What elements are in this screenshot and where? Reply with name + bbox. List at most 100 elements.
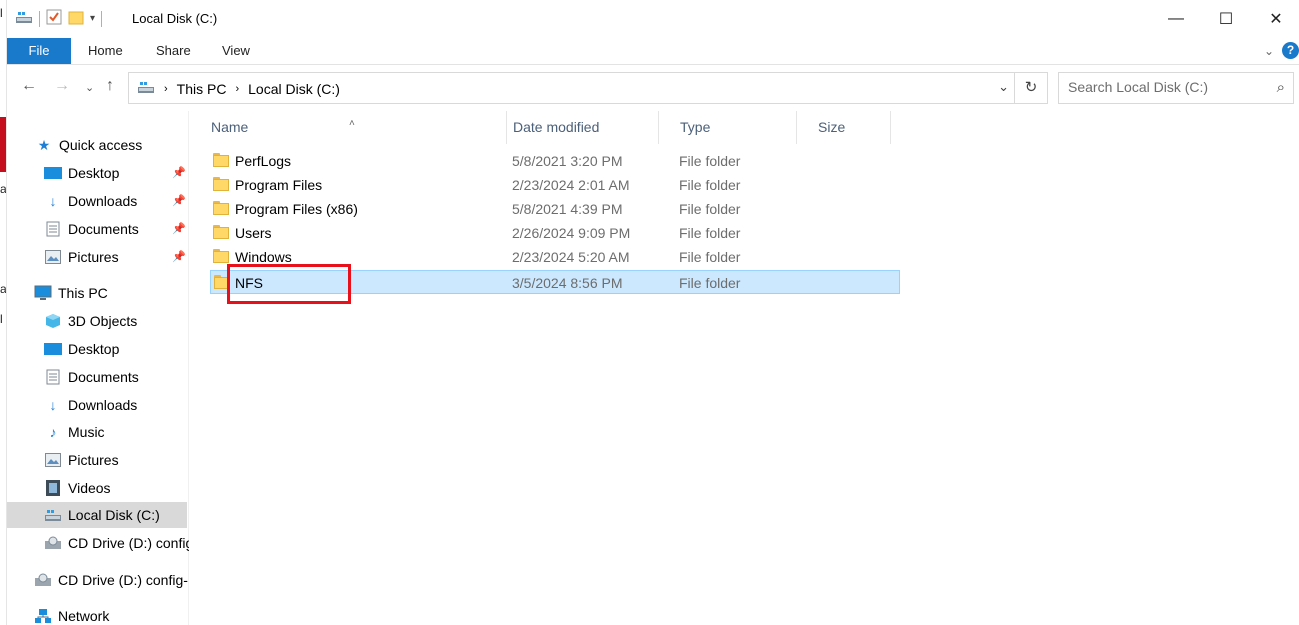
file-name: Program Files (x86) <box>235 201 358 217</box>
nav-item-cd-drive[interactable]: CD Drive (D:) config-. <box>34 567 189 593</box>
tab-view[interactable]: View <box>208 38 264 64</box>
address-history-chevron-icon[interactable]: ⌄ <box>998 79 1009 95</box>
annotation-highlight-box <box>227 264 351 304</box>
new-folder-icon[interactable] <box>68 9 84 28</box>
pin-icon[interactable]: 📌 <box>172 188 186 214</box>
file-date: 5/8/2021 3:20 PM <box>512 153 623 169</box>
computer-icon <box>34 284 52 302</box>
cube-icon <box>44 312 62 330</box>
nav-item-3d-objects[interactable]: 3D Objects <box>44 308 137 334</box>
nav-item-pictures-pinned[interactable]: Pictures 📌 <box>44 244 189 270</box>
file-type: File folder <box>679 275 741 291</box>
nav-item-desktop-pinned[interactable]: Desktop 📌 <box>44 160 189 186</box>
background-red-block <box>0 117 6 172</box>
search-input[interactable] <box>1068 79 1258 95</box>
nav-item-videos[interactable]: Videos <box>44 475 111 501</box>
nav-item-cd-drive-sub[interactable]: CD Drive (D:) config <box>44 530 189 556</box>
properties-checkmark-icon[interactable] <box>46 9 62 28</box>
file-name: Program Files <box>235 177 323 193</box>
file-date: 2/23/2024 2:01 AM <box>512 177 630 193</box>
up-arrow-icon[interactable]: ↑ <box>106 77 114 95</box>
file-type: File folder <box>679 201 741 217</box>
download-arrow-icon: ↓ <box>49 193 57 209</box>
navigation-bar: ← → ⌄ ↑ › This PC › Local Disk (C:) ⌄ ↻ … <box>7 65 1299 111</box>
nav-item-documents[interactable]: Documents <box>44 364 139 390</box>
recent-locations-chevron-icon[interactable]: ⌄ <box>85 81 94 94</box>
music-note-icon: ♪ <box>49 424 57 440</box>
nav-item-downloads[interactable]: ↓ Downloads <box>44 392 138 418</box>
background-window-edge: l a a l <box>0 0 7 625</box>
quick-access-toolbar: ▾ <box>15 9 103 28</box>
column-header-size[interactable]: Size <box>797 111 891 144</box>
file-name: PerfLogs <box>235 153 292 169</box>
file-type: File folder <box>679 153 741 169</box>
ribbon-tabs: File Home Share View ⌄ ? <box>7 38 1299 65</box>
drive-icon <box>137 80 155 97</box>
cd-drive-icon <box>44 534 62 552</box>
breadcrumb-local-disk[interactable]: Local Disk (C:) <box>248 81 340 97</box>
nav-item-documents-pinned[interactable]: Documents 📌 <box>44 216 189 242</box>
help-icon[interactable]: ? <box>1282 42 1299 59</box>
file-name: Users <box>235 225 272 241</box>
column-header-name[interactable]: ˄ Name <box>190 111 507 144</box>
file-type: File folder <box>679 249 741 265</box>
nav-item-this-pc[interactable]: This PC <box>34 280 108 306</box>
sort-ascending-icon: ˄ <box>349 118 355 129</box>
pictures-icon <box>44 248 62 266</box>
file-date: 2/26/2024 9:09 PM <box>512 225 631 241</box>
desktop-icon <box>44 340 62 358</box>
folder-icon <box>213 177 229 191</box>
nav-item-desktop[interactable]: Desktop <box>44 336 119 362</box>
pictures-icon <box>44 451 62 469</box>
tab-file[interactable]: File <box>7 38 71 64</box>
breadcrumb-separator-icon[interactable]: › <box>235 83 239 95</box>
nav-item-network[interactable]: Network <box>34 603 109 625</box>
documents-icon <box>44 368 62 386</box>
table-row[interactable]: Program Files 2/23/2024 2:01 AM File fol… <box>210 173 900 197</box>
folder-icon <box>213 225 229 239</box>
breadcrumb-this-pc[interactable]: This PC <box>177 81 227 97</box>
minimize-button[interactable]: — <box>1153 0 1199 38</box>
nav-item-pictures[interactable]: Pictures <box>44 447 119 473</box>
customize-toolbar-chevron-icon[interactable]: ▾ <box>90 13 95 24</box>
table-row[interactable]: Program Files (x86) 5/8/2021 4:39 PM Fil… <box>210 197 900 221</box>
nav-item-local-disk-c[interactable]: Local Disk (C:) <box>7 502 187 528</box>
pin-icon[interactable]: 📌 <box>172 244 186 270</box>
tab-home[interactable]: Home <box>74 38 137 64</box>
file-date: 3/5/2024 8:56 PM <box>512 275 623 291</box>
file-date: 5/8/2021 4:39 PM <box>512 201 623 217</box>
address-bar[interactable]: › This PC › Local Disk (C:) ⌄ ↻ <box>128 72 1048 104</box>
expand-ribbon-chevron-icon[interactable]: ⌄ <box>1264 44 1274 58</box>
folder-icon <box>213 201 229 215</box>
drive-icon[interactable] <box>15 10 33 27</box>
breadcrumb-separator-icon[interactable]: › <box>164 83 168 95</box>
desktop-icon <box>44 164 62 182</box>
file-date: 2/23/2024 5:20 AM <box>512 249 630 265</box>
nav-item-downloads-pinned[interactable]: ↓ Downloads 📌 <box>44 188 189 214</box>
close-button[interactable]: ✕ <box>1253 0 1299 38</box>
nav-item-quick-access[interactable]: ★ Quick access <box>35 132 143 158</box>
title-bar: ▾ Local Disk (C:) — ☐ ✕ <box>7 0 1299 38</box>
drive-icon <box>44 506 62 524</box>
pin-icon[interactable]: 📌 <box>172 216 186 242</box>
navigation-pane: ★ Quick access Desktop 📌 ↓ Downloads 📌 D… <box>7 111 189 625</box>
forward-arrow-icon[interactable]: → <box>54 77 70 95</box>
column-header-date-modified[interactable]: Date modified <box>492 111 659 144</box>
nav-item-music[interactable]: ♪ Music <box>44 419 105 445</box>
table-row[interactable]: PerfLogs 5/8/2021 3:20 PM File folder <box>210 149 900 173</box>
cd-drive-icon <box>34 571 52 589</box>
folder-icon <box>213 249 229 263</box>
search-icon[interactable]: ⌕ <box>1277 79 1285 96</box>
column-header-type[interactable]: Type <box>659 111 797 144</box>
folder-icon <box>213 153 229 167</box>
download-arrow-icon: ↓ <box>49 397 57 413</box>
tab-share[interactable]: Share <box>142 38 205 64</box>
table-row[interactable]: Users 2/26/2024 9:09 PM File folder <box>210 221 900 245</box>
file-list: ˄ Name Date modified Type Size PerfLogs … <box>190 111 1299 625</box>
pin-icon[interactable]: 📌 <box>172 160 186 186</box>
search-box[interactable]: ⌕ <box>1058 72 1294 104</box>
back-arrow-icon[interactable]: ← <box>21 77 37 95</box>
maximize-button[interactable]: ☐ <box>1203 0 1249 38</box>
film-icon <box>44 479 62 497</box>
refresh-icon[interactable]: ↻ <box>1014 73 1047 103</box>
